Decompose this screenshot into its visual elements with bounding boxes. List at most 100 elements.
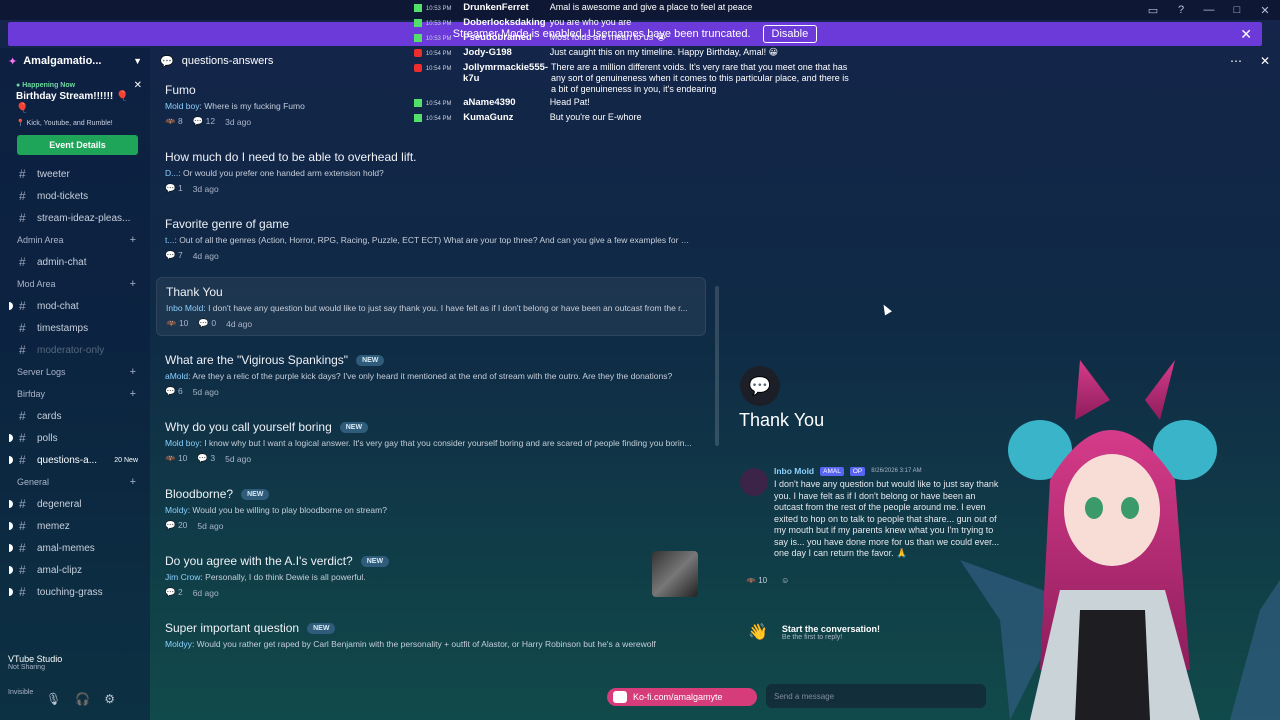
post-age: 5d ago [197,520,224,531]
event-details-button[interactable]: Event Details [17,135,138,155]
post-preview: aMold: Are they a relic of the purple ki… [165,371,673,381]
kick-icon [414,114,422,122]
event-close-icon[interactable]: ✕ [134,80,142,91]
microphone-icon[interactable]: 🎙 [46,692,61,706]
op-author[interactable]: Inbo Mold [774,466,814,476]
gear-icon[interactable]: ⚙ [104,692,115,706]
sidebar-channel[interactable]: # mod-tickets [0,185,150,207]
sidebar-channel[interactable]: # amal-clipz [0,559,150,581]
hash-icon: # [19,167,26,181]
chat-username: Pseudobrained [463,32,532,43]
forum-post[interactable]: What are the "Vigirous Spankings" NEW aMol… [156,346,706,403]
sidebar-channel[interactable]: # moderator-only [0,339,150,361]
chat-time: 10:53 PM [425,21,452,27]
hash-icon: # [19,409,26,423]
more-icon[interactable]: ⋯ [1230,54,1242,68]
add-reaction-icon[interactable]: ☺ [781,576,789,585]
banner-close-icon[interactable]: ✕ [1240,26,1252,43]
post-reactions[interactable]: 🦇 10 [166,318,188,329]
add-channel-icon[interactable]: + [130,278,136,290]
server-header[interactable]: ✦ Amalgamatio... ▼ [0,48,150,74]
sidebar-channel[interactable]: # memez [0,515,150,537]
hash-icon: # [19,321,26,335]
sidebar-category-label: Server Logs [17,367,66,377]
sidebar-channel[interactable]: # stream-ideaz-pleas... [0,207,150,229]
sidebar-channel[interactable]: # admin-chat [0,251,150,273]
forum-post[interactable]: Bloodborne? NEW Moldy: Would you be willin… [156,480,706,537]
post-title: Bloodborne? [165,487,234,501]
kick-icon [414,4,422,12]
post-meta: 💬 2 6d ago [165,587,697,598]
add-channel-icon[interactable]: + [130,234,136,246]
sidebar-channel[interactable]: # timestamps [0,317,150,339]
sidebar-category[interactable]: Birfday + [0,383,150,405]
post-replies: 💬 12 [192,116,216,126]
user-name: VTube Studio [8,654,63,664]
post-title: Favorite genre of game [165,217,290,231]
post-list-scrollbar[interactable] [715,286,719,446]
unread-badge: 20 New [114,456,138,464]
forum-post[interactable]: Super important question NEW Moldyy: Would… [156,614,706,655]
message-input[interactable]: Send a message [766,684,986,708]
post-title: Fumo [165,83,196,97]
hash-icon: # [19,343,26,357]
forum-post[interactable]: Thank You Inbo Mold: I don't have any que… [156,277,706,336]
post-preview: Mold boy: I know why but I want a logica… [165,438,692,448]
post-age: 6d ago [192,587,219,598]
hash-icon: # [19,563,26,577]
sidebar-channel[interactable]: # degeneral [0,493,150,515]
add-channel-icon[interactable]: + [130,366,136,378]
start-conversation: 👋 Start the conversation! Be the first t… [748,622,880,642]
chat-message: 10:53 PM Pseudobrained Most folds are mean… [414,32,854,45]
server-boost-icon: ✦ [8,55,18,68]
chevron-down-icon[interactable]: ▼ [133,56,142,66]
post-age: 5d ago [192,386,219,397]
sidebar-category[interactable]: General + [0,471,150,493]
post-meta: 💬 7 4d ago [165,250,697,261]
sidebar-category[interactable]: Admin Area + [0,229,150,251]
help-icon[interactable]: ? [1174,4,1188,16]
event-location: 📍 Kick, Youtube, and Rumble! [16,120,113,127]
youtube-icon [414,49,422,57]
post-reactions[interactable]: 🦇 10 [165,453,187,464]
new-badge: NEW [307,622,336,634]
avatar[interactable] [740,468,768,496]
post-reactions[interactable]: 🦇 8 [165,116,183,127]
add-channel-icon[interactable]: + [130,476,136,488]
thread-close-icon[interactable]: ✕ [1260,54,1270,68]
close-icon[interactable]: ✕ [1258,4,1272,17]
op-reaction[interactable]: 🦇 10 [746,576,767,585]
post-thumbnail[interactable] [652,551,698,597]
wave-icon: 👋 [748,624,768,641]
stream-chat-overlay: 10:53 PM DrunkenFerret Amal is awesome and… [414,2,854,127]
headphones-icon[interactable]: 🎧 [75,692,90,706]
sidebar-channel[interactable]: # polls [0,427,150,449]
sidebar-channel[interactable]: # tweeter [0,163,150,185]
forum-post[interactable]: Why do you call yourself boring NEW Mold b… [156,413,706,470]
forum-post[interactable]: Favorite genre of game t...: Out of all t… [156,210,706,267]
sidebar-category[interactable]: Mod Area + [0,273,150,295]
op-badge: OP [849,466,866,476]
inbox-icon[interactable]: ▭ [1146,4,1160,17]
kofi-banner[interactable]: Ko-fi.com/amalgamyte [607,688,757,706]
chat-text: Just caught this on my timeline. Happy B… [549,47,779,57]
event-title: Birthday Stream!!!!!! 🎈🎈 [16,91,129,114]
maximize-icon[interactable]: □ [1230,4,1244,16]
new-badge: NEW [356,354,385,366]
sidebar-category[interactable]: Server Logs + [0,361,150,383]
kick-icon [414,34,422,42]
sidebar-channel[interactable]: # questions-a... 20 New [0,449,150,471]
add-channel-icon[interactable]: + [130,388,136,400]
minimize-icon[interactable]: — [1202,4,1216,16]
post-preview: Jim Crow: Personally, I do think Dewie i… [165,572,366,582]
sidebar-channel[interactable]: # amal-memes [0,537,150,559]
sidebar-channel[interactable]: # cards [0,405,150,427]
op-server-tag: AMAL [820,466,844,476]
sidebar-channel[interactable]: # mod-chat [0,295,150,317]
forum-icon: 💬 [160,55,174,68]
post-age: 4d ago [192,250,219,261]
forum-post[interactable]: How much do I need to be able to overhea… [156,143,706,200]
sidebar-channel-label: questions-a... [37,454,98,466]
forum-post[interactable]: Do you agree with the A.I's verdict? NEW J… [156,547,706,604]
sidebar-channel[interactable]: # touching-grass [0,581,150,603]
